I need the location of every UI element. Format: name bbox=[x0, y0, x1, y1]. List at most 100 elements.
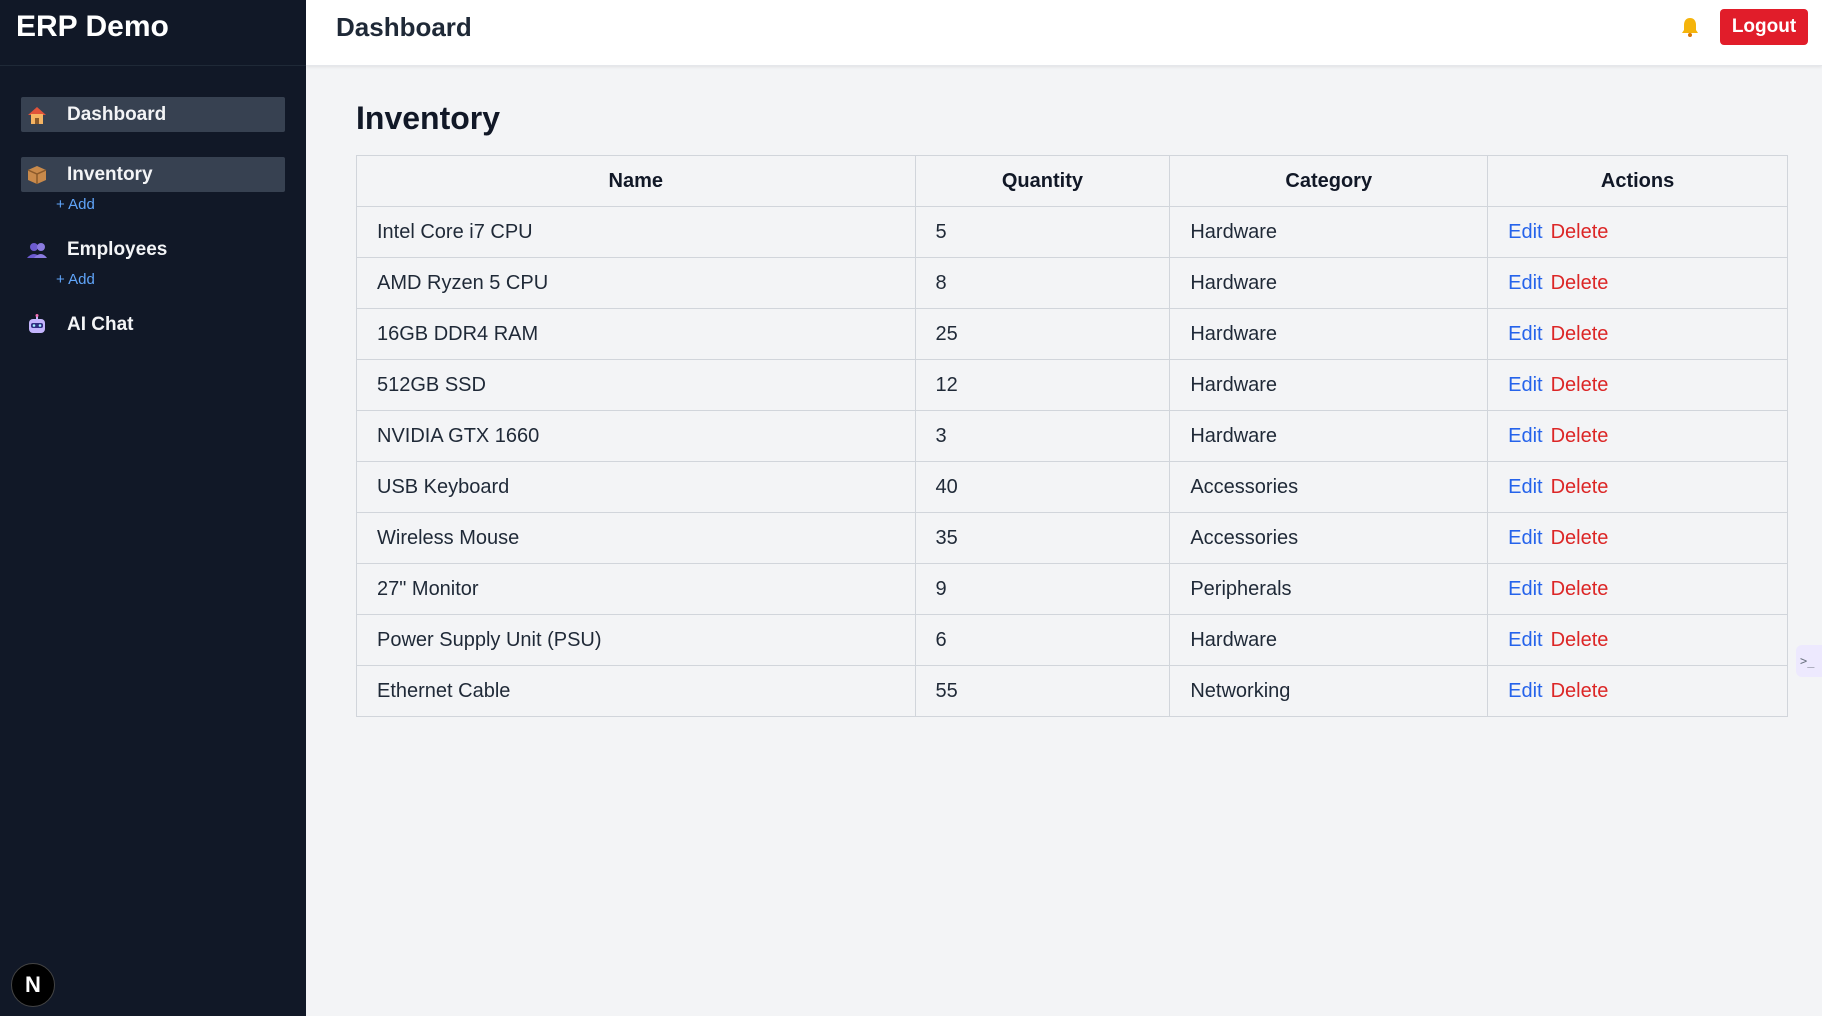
sidebar-item-inventory[interactable]: Inventory bbox=[21, 157, 285, 192]
top-bar: Dashboard Logout bbox=[306, 0, 1822, 66]
column-header-name: Name bbox=[356, 155, 916, 207]
cell-name: Ethernet Cable bbox=[356, 665, 916, 717]
sidebar-item-ai-chat[interactable]: AI Chat bbox=[21, 307, 285, 342]
cell-name: Wireless Mouse bbox=[356, 512, 916, 564]
delete-link[interactable]: Delete bbox=[1551, 425, 1609, 447]
cell-category: Hardware bbox=[1169, 257, 1489, 309]
cell-actions: Edit Delete bbox=[1487, 512, 1788, 564]
edit-link[interactable]: Edit bbox=[1508, 476, 1542, 498]
cell-quantity: 25 bbox=[914, 308, 1171, 360]
edit-link[interactable]: Edit bbox=[1508, 425, 1542, 447]
cell-name: AMD Ryzen 5 CPU bbox=[356, 257, 916, 309]
edit-link[interactable]: Edit bbox=[1508, 578, 1542, 600]
cell-actions: Edit Delete bbox=[1487, 665, 1788, 717]
cell-actions: Edit Delete bbox=[1487, 308, 1788, 360]
cell-category: Hardware bbox=[1169, 308, 1489, 360]
devtools-tab[interactable]: >_ bbox=[1796, 645, 1822, 677]
cell-actions: Edit Delete bbox=[1487, 257, 1788, 309]
delete-link[interactable]: Delete bbox=[1551, 221, 1609, 243]
main-content: Inventory Name Quantity Category Actions… bbox=[356, 100, 1788, 717]
cell-actions: Edit Delete bbox=[1487, 614, 1788, 666]
edit-link[interactable]: Edit bbox=[1508, 323, 1542, 345]
cell-actions: Edit Delete bbox=[1487, 563, 1788, 615]
cell-quantity: 6 bbox=[914, 614, 1171, 666]
employees-add-link[interactable]: + Add bbox=[21, 267, 285, 293]
cell-quantity: 5 bbox=[914, 206, 1171, 258]
edit-link[interactable]: Edit bbox=[1508, 272, 1542, 294]
table-row: USB Keyboard 40 Accessories Edit Delete bbox=[356, 461, 1788, 513]
bell-icon[interactable] bbox=[1678, 15, 1702, 39]
cell-category: Hardware bbox=[1169, 206, 1489, 258]
robot-icon bbox=[25, 313, 49, 337]
delete-link[interactable]: Delete bbox=[1551, 578, 1609, 600]
inventory-add-link[interactable]: + Add bbox=[21, 192, 285, 218]
edit-link[interactable]: Edit bbox=[1508, 629, 1542, 651]
cell-name: Intel Core i7 CPU bbox=[356, 206, 916, 258]
cell-name: 27" Monitor bbox=[356, 563, 916, 615]
delete-link[interactable]: Delete bbox=[1551, 680, 1609, 702]
house-icon bbox=[25, 103, 49, 127]
sidebar-item-label: Inventory bbox=[67, 163, 153, 185]
delete-link[interactable]: Delete bbox=[1551, 374, 1609, 396]
edit-link[interactable]: Edit bbox=[1508, 680, 1542, 702]
people-icon bbox=[25, 238, 49, 262]
cell-category: Accessories bbox=[1169, 461, 1489, 513]
cell-category: Hardware bbox=[1169, 614, 1489, 666]
next-badge[interactable]: N bbox=[11, 963, 55, 1007]
page-title: Dashboard bbox=[336, 12, 472, 42]
sidebar-item-label: Dashboard bbox=[67, 103, 167, 125]
delete-link[interactable]: Delete bbox=[1551, 272, 1609, 294]
sidebar-item-label: AI Chat bbox=[67, 313, 134, 335]
edit-link[interactable]: Edit bbox=[1508, 221, 1542, 243]
cell-name: USB Keyboard bbox=[356, 461, 916, 513]
sidebar: ERP Demo Dashboard Inventory + Add Emplo… bbox=[0, 0, 306, 1016]
edit-link[interactable]: Edit bbox=[1508, 374, 1542, 396]
edit-link[interactable]: Edit bbox=[1508, 527, 1542, 549]
cell-quantity: 8 bbox=[914, 257, 1171, 309]
table-row: Power Supply Unit (PSU) 6 Hardware Edit D… bbox=[356, 614, 1788, 666]
column-header-quantity: Quantity bbox=[914, 155, 1171, 207]
delete-link[interactable]: Delete bbox=[1551, 629, 1609, 651]
cell-name: 512GB SSD bbox=[356, 359, 916, 411]
cell-name: Power Supply Unit (PSU) bbox=[356, 614, 916, 666]
delete-link[interactable]: Delete bbox=[1551, 323, 1609, 345]
cell-quantity: 55 bbox=[914, 665, 1171, 717]
column-header-category: Category bbox=[1169, 155, 1489, 207]
cell-actions: Edit Delete bbox=[1487, 410, 1788, 462]
table-row: Intel Core i7 CPU 5 Hardware Edit Delete bbox=[356, 206, 1788, 258]
cell-category: Hardware bbox=[1169, 359, 1489, 411]
table-body: Intel Core i7 CPU 5 Hardware Edit Delete … bbox=[356, 206, 1788, 717]
delete-link[interactable]: Delete bbox=[1551, 527, 1609, 549]
cell-actions: Edit Delete bbox=[1487, 206, 1788, 258]
sidebar-item-label: Employees bbox=[67, 238, 168, 260]
cell-quantity: 12 bbox=[914, 359, 1171, 411]
table-row: Ethernet Cable 55 Networking Edit Delete bbox=[356, 665, 1788, 717]
sidebar-item-employees[interactable]: Employees bbox=[21, 232, 285, 267]
cell-category: Hardware bbox=[1169, 410, 1489, 462]
cell-category: Accessories bbox=[1169, 512, 1489, 564]
cell-name: 16GB DDR4 RAM bbox=[356, 308, 916, 360]
logout-button[interactable]: Logout bbox=[1720, 9, 1808, 45]
app-brand: ERP Demo bbox=[0, 0, 306, 66]
cell-actions: Edit Delete bbox=[1487, 359, 1788, 411]
sidebar-nav: Dashboard Inventory + Add Employees + Ad… bbox=[0, 66, 306, 342]
delete-link[interactable]: Delete bbox=[1551, 476, 1609, 498]
section-title: Inventory bbox=[356, 100, 501, 136]
package-icon bbox=[25, 163, 49, 187]
table-row: Wireless Mouse 35 Accessories Edit Delete bbox=[356, 512, 1788, 564]
cell-actions: Edit Delete bbox=[1487, 461, 1788, 513]
sidebar-item-dashboard[interactable]: Dashboard bbox=[21, 97, 285, 132]
table-header-row: Name Quantity Category Actions bbox=[356, 155, 1788, 207]
table-row: 16GB DDR4 RAM 25 Hardware Edit Delete bbox=[356, 308, 1788, 360]
cell-category: Peripherals bbox=[1169, 563, 1489, 615]
cell-category: Networking bbox=[1169, 665, 1489, 717]
table-row: NVIDIA GTX 1660 3 Hardware Edit Delete bbox=[356, 410, 1788, 462]
cell-quantity: 3 bbox=[914, 410, 1171, 462]
column-header-actions: Actions bbox=[1487, 155, 1788, 207]
cell-quantity: 9 bbox=[914, 563, 1171, 615]
table-row: 27" Monitor 9 Peripherals Edit Delete bbox=[356, 563, 1788, 615]
inventory-table: Name Quantity Category Actions Intel Cor… bbox=[356, 155, 1788, 717]
code-icon: >_ bbox=[1800, 654, 1815, 668]
cell-quantity: 40 bbox=[914, 461, 1171, 513]
cell-name: NVIDIA GTX 1660 bbox=[356, 410, 916, 462]
